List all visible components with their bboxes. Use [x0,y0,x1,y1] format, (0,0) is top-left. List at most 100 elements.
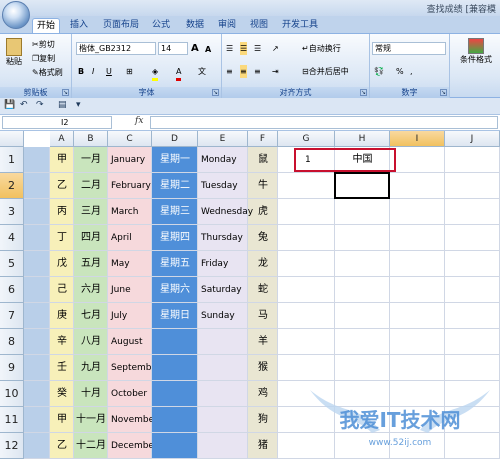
column-header-f[interactable]: F [248,131,278,147]
cell-g4[interactable]: 兔 [248,225,278,251]
select-all-corner[interactable] [0,131,24,147]
cell-g1[interactable]: 鼠 [248,147,278,173]
cell-g2[interactable]: 牛 [248,173,278,199]
row-header[interactable]: 2 [0,173,24,199]
cell-c11[interactable]: 十一月 [74,407,108,433]
row-header[interactable]: 3 [0,199,24,225]
align-middle-button[interactable]: ☰ [240,42,248,55]
cell-c3[interactable]: 三月 [74,199,108,225]
row-header[interactable]: 5 [0,251,24,277]
cell-g7[interactable]: 马 [248,303,278,329]
tab-page-layout[interactable]: 页面布局 [100,18,142,33]
cell-d7[interactable]: July [108,303,152,329]
cell-c7[interactable]: 七月 [74,303,108,329]
cut-button[interactable]: ✂剪切 [32,38,55,51]
cell-b11[interactable]: 甲 [50,407,74,433]
column-header-d[interactable]: D [152,131,198,147]
fill-color-button[interactable]: ◈ [152,65,159,81]
cell-c10[interactable]: 十月 [74,381,108,407]
cell-d8[interactable]: August [108,329,152,355]
bold-button[interactable]: B [78,65,84,78]
indent-button[interactable]: ⇥ [272,65,279,78]
cell-b8[interactable]: 辛 [50,329,74,355]
font-name-select[interactable]: 楷体_GB2312 [76,42,156,55]
cell-b5[interactable]: 戊 [50,251,74,277]
cell-c2[interactable]: 二月 [74,173,108,199]
cell-c12[interactable]: 十二月 [74,433,108,459]
cell-e1[interactable]: 星期一 [152,147,198,173]
cell-b4[interactable]: 丁 [50,225,74,251]
column-header-i[interactable]: I [390,131,445,147]
tab-insert[interactable]: 插入 [66,18,92,33]
orientation-button[interactable]: ↗ [272,42,279,55]
tab-review[interactable]: 审阅 [214,18,240,33]
tab-developer[interactable]: 开发工具 [280,18,320,33]
wrap-text-button[interactable]: ↵自动换行 [302,42,341,55]
row-header[interactable]: 7 [0,303,24,329]
cell-d11[interactable]: November [108,407,152,433]
cell-b6[interactable]: 己 [50,277,74,303]
cell-d9[interactable]: September [108,355,152,381]
currency-button[interactable]: 💱 [374,65,384,78]
cell-g3[interactable]: 虎 [248,199,278,225]
comma-button[interactable]: , [410,65,413,78]
tab-home[interactable]: 开始 [32,18,60,33]
copy-button[interactable]: ❐复制 [32,52,55,65]
align-left-button[interactable]: ≡ [226,65,233,78]
align-center-button[interactable]: ≡ [240,65,247,78]
number-launcher-icon[interactable]: ↘ [440,89,447,96]
active-cell-i2[interactable] [334,172,390,199]
font-size-select[interactable]: 14 [158,42,188,55]
cell-c1[interactable]: 一月 [74,147,108,173]
format-painter-button[interactable]: ✎格式刷 [32,66,63,79]
cell-d6[interactable]: June [108,277,152,303]
cell-e5[interactable]: 星期五 [152,251,198,277]
cell-d4[interactable]: April [108,225,152,251]
column-header-h[interactable]: H [335,131,390,147]
row-header[interactable]: 12 [0,433,24,459]
column-header-j[interactable]: J [445,131,500,147]
cell-c8[interactable]: 八月 [74,329,108,355]
cell-d12[interactable]: December [108,433,152,459]
font-color-button[interactable]: A [176,65,182,81]
redo-icon[interactable]: ↷ [36,100,44,110]
conditional-format-button[interactable]: 条件格式 [456,38,496,72]
cell-g11[interactable]: 狗 [248,407,278,433]
column-header-e[interactable]: E [198,131,248,147]
row-header[interactable]: 10 [0,381,24,407]
column-header-b[interactable]: B [74,131,108,147]
column-header-a[interactable]: A [50,131,74,147]
cell-d2[interactable]: February [108,173,152,199]
cell-g9[interactable]: 猴 [248,355,278,381]
number-format-select[interactable]: 常规 [372,42,446,55]
cell-g5[interactable]: 龙 [248,251,278,277]
formula-input[interactable] [150,116,498,129]
underline-button[interactable]: U [106,65,112,78]
cell-g8[interactable]: 羊 [248,329,278,355]
name-box[interactable]: I2 [2,116,112,129]
align-bottom-button[interactable]: ☰ [254,42,261,55]
cell-d1[interactable]: January [108,147,152,173]
cell-d10[interactable]: October [108,381,152,407]
undo-icon[interactable]: ↶ [20,100,28,110]
cell-d3[interactable]: March [108,199,152,225]
cell-e2[interactable]: 星期二 [152,173,198,199]
cell-e4[interactable]: 星期四 [152,225,198,251]
cell-c6[interactable]: 六月 [74,277,108,303]
tab-formulas[interactable]: 公式 [148,18,174,33]
office-button[interactable] [2,1,30,29]
border-button[interactable]: ⊞ [126,65,133,78]
cell-b1[interactable]: 甲 [50,147,74,173]
row-header[interactable]: 11 [0,407,24,433]
align-right-button[interactable]: ≡ [254,65,261,78]
italic-button[interactable]: I [92,65,94,78]
row-header[interactable]: 8 [0,329,24,355]
paste-button[interactable]: 粘贴 [4,38,24,72]
clipboard-launcher-icon[interactable]: ↘ [62,89,69,96]
row-header[interactable]: 9 [0,355,24,381]
percent-button[interactable]: % [396,65,404,78]
cell-e6[interactable]: 星期六 [152,277,198,303]
tab-view[interactable]: 视图 [246,18,272,33]
tab-data[interactable]: 数据 [182,18,208,33]
save-icon[interactable]: 💾 [4,100,15,110]
